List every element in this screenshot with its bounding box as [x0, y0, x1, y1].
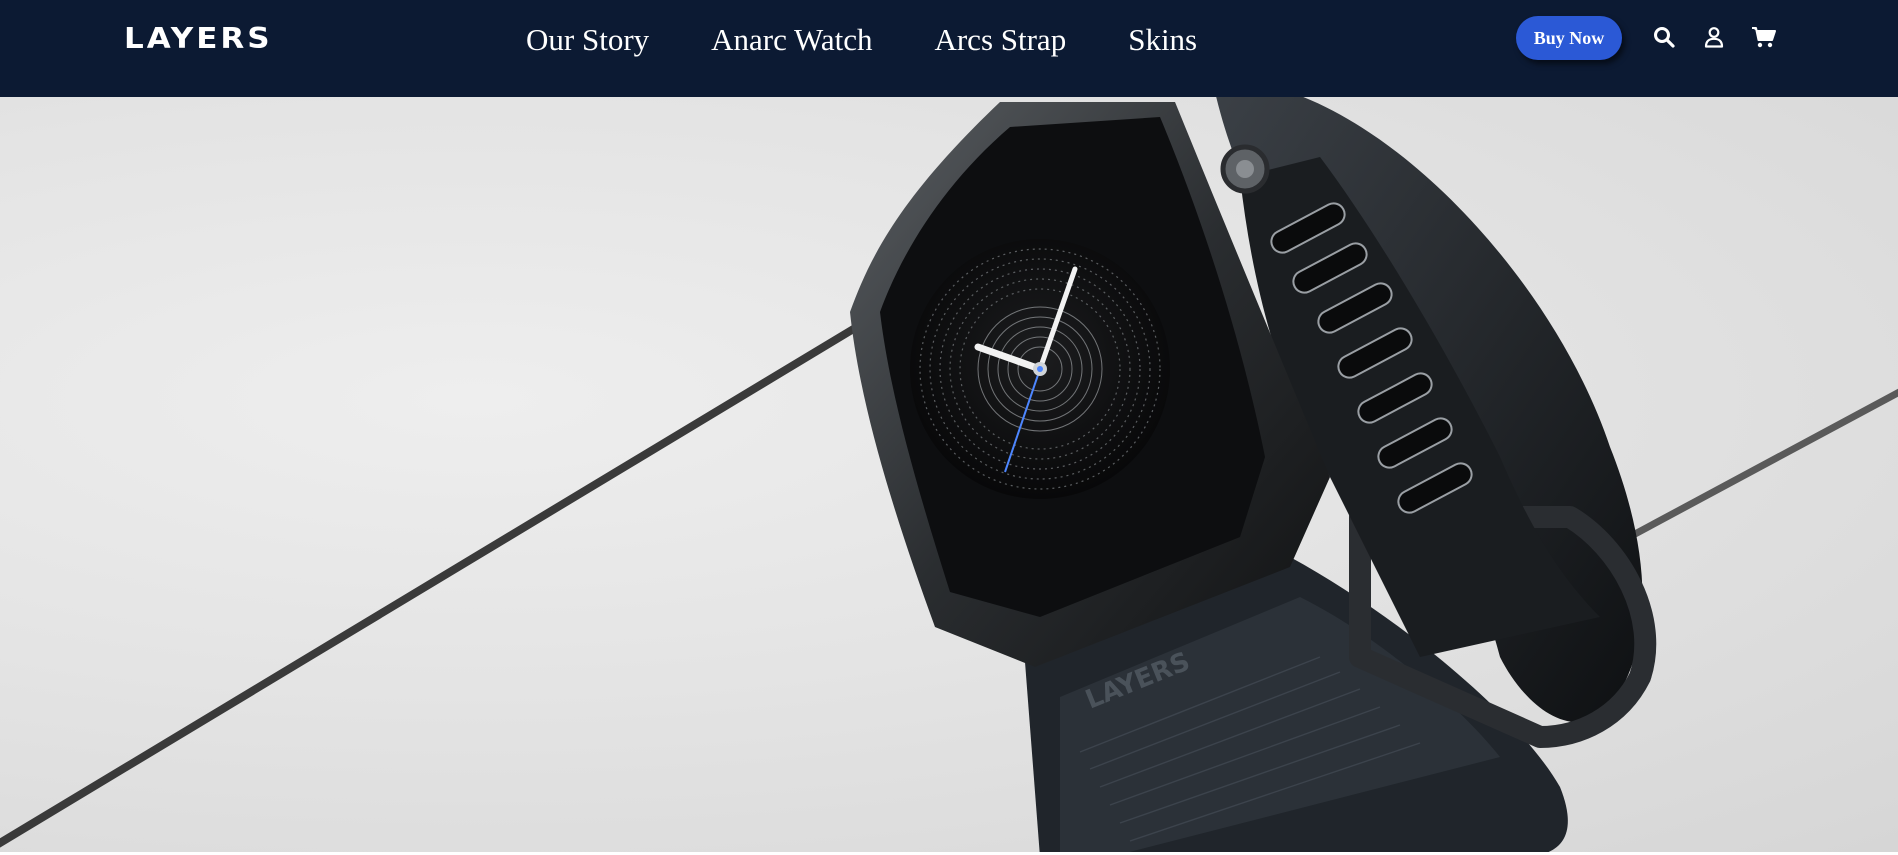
nav-link-arcs-strap[interactable]: Arcs Strap [934, 22, 1066, 58]
nav-link-skins[interactable]: Skins [1128, 22, 1197, 58]
nav-link-anarc-watch[interactable]: Anarc Watch [711, 22, 872, 58]
watch-product-image: LAYERS [0, 97, 1898, 852]
account-button[interactable] [1699, 22, 1729, 52]
account-icon [1704, 27, 1724, 48]
search-icon [1654, 27, 1675, 48]
brand-logo[interactable]: LAYERS [124, 23, 273, 54]
cart-button[interactable] [1749, 22, 1779, 52]
main-nav: Our Story Anarc Watch Arcs Strap Skins [526, 18, 1197, 62]
top-navbar: LAYERS Our Story Anarc Watch Arcs Strap … [0, 0, 1898, 97]
nav-link-our-story[interactable]: Our Story [526, 22, 649, 58]
cart-icon [1752, 27, 1776, 48]
search-button[interactable] [1649, 22, 1679, 52]
hero-banner: LAYERS [0, 97, 1898, 852]
rod-left [0, 315, 874, 848]
buy-now-button[interactable]: Buy Now [1516, 16, 1622, 60]
